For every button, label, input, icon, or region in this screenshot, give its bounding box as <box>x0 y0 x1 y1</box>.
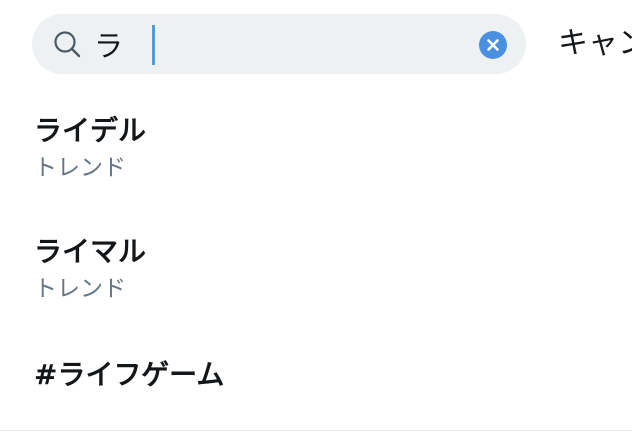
suggestion-title: #ライフゲーム <box>34 358 225 391</box>
suggestion-subtitle: トレンド <box>34 276 126 302</box>
suggestion-title: ライデル <box>34 114 147 147</box>
suggestion-title: ライマル <box>34 235 147 268</box>
suggestion-subtitle: トレンド <box>34 155 126 181</box>
search-icon <box>54 31 81 58</box>
text-cursor <box>152 25 155 65</box>
cancel-button[interactable]: キャンセル <box>558 20 632 68</box>
suggestion-item[interactable]: ライマル トレンド <box>0 235 632 315</box>
search-screen: キャンセル ライデル トレンド ライマル トレンド #ライフゲーム <box>0 0 632 436</box>
divider <box>0 430 632 431</box>
suggestion-item[interactable]: #ライフゲーム <box>0 358 632 398</box>
clear-search-button[interactable] <box>479 31 507 59</box>
search-bar[interactable] <box>32 14 526 74</box>
suggestion-item[interactable]: ライデル トレンド <box>0 114 632 194</box>
close-icon <box>487 39 499 51</box>
